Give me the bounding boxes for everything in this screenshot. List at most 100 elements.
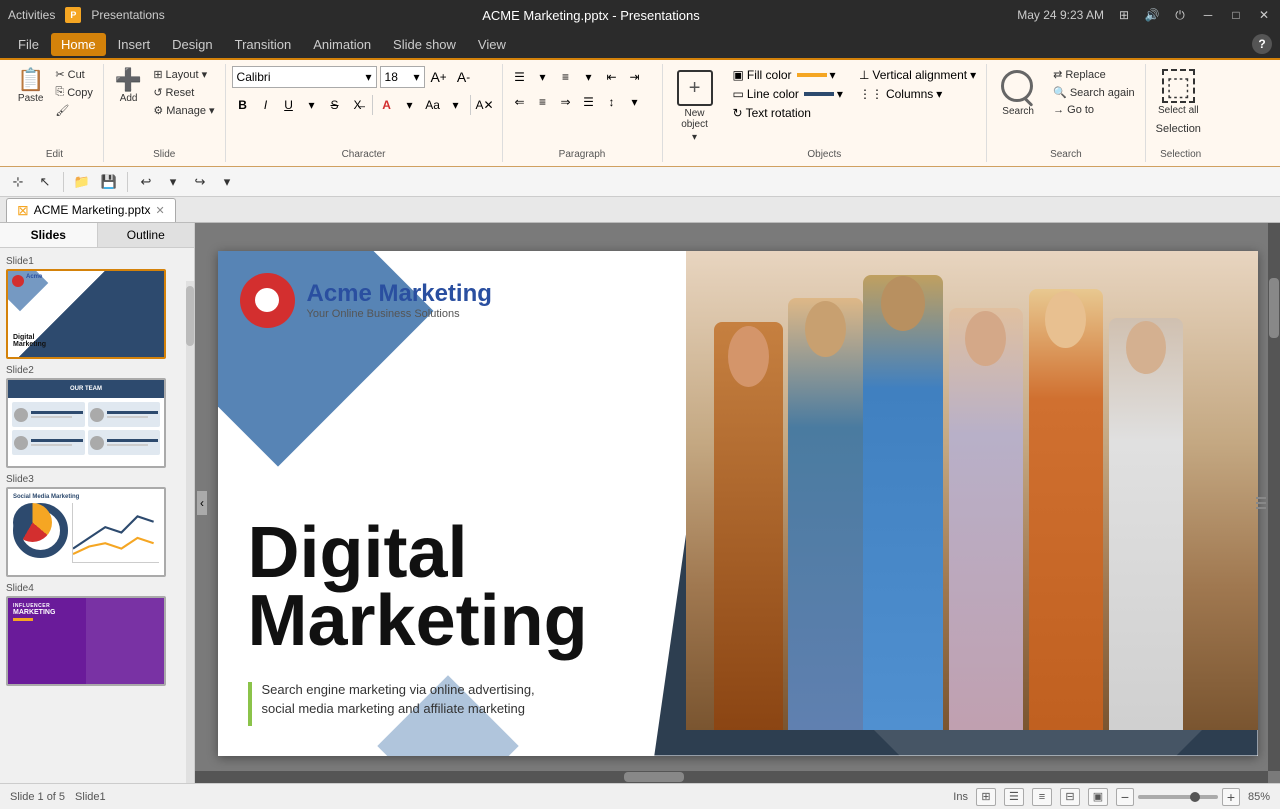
slide-item-3[interactable]: Slide3 Social Media Marketing	[6, 474, 188, 577]
font-decrease-button[interactable]: A-	[453, 66, 475, 88]
save-file-button[interactable]: 💾	[97, 170, 121, 194]
slide-item-2[interactable]: Slide2 OUR TEAM	[6, 365, 188, 468]
zoom-slider[interactable]	[1138, 795, 1218, 799]
format-paintbrush-button[interactable]: 🖌	[51, 102, 97, 119]
menu-file[interactable]: File	[8, 33, 49, 56]
search-again-button[interactable]: 🔍 Search again	[1049, 84, 1139, 101]
cut-button[interactable]: ✂ Cut	[51, 66, 97, 83]
font-color-dropdown[interactable]: ▾	[399, 94, 421, 116]
align-left-button[interactable]: ⇐	[509, 91, 531, 113]
fill-color-button[interactable]: ▣ Fill color ▾	[729, 66, 847, 84]
open-file-button[interactable]: 📁	[70, 170, 94, 194]
prev-slide-button[interactable]: ‹	[197, 491, 207, 515]
line-color-button[interactable]: ▭ Line color ▾	[729, 85, 847, 103]
text-rotation-button[interactable]: ↻ Text rotation	[729, 104, 847, 122]
columns-button[interactable]: ⋮⋮ Columns ▾	[855, 85, 980, 103]
strikethrough-button[interactable]: S	[324, 94, 346, 116]
maximize-button[interactable]: □	[1228, 7, 1244, 23]
layout-button[interactable]: ⊞ Layout ▾	[149, 66, 218, 83]
activities-label[interactable]: Activities	[8, 8, 55, 22]
line-spacing-button[interactable]: ↕	[601, 91, 623, 113]
strikethrough2-button[interactable]: X̶	[347, 94, 369, 116]
normal-mode-button[interactable]: ⊹	[6, 170, 30, 194]
align-justify-button[interactable]: ☰	[578, 91, 600, 113]
bold-button[interactable]: B	[232, 94, 254, 116]
h-scrollbar[interactable]	[195, 771, 1268, 783]
font-increase-button[interactable]: A+	[428, 66, 450, 88]
slide-label-3: Slide3	[6, 474, 188, 485]
align-center-button[interactable]: ≡	[532, 91, 554, 113]
font-size-dropdown[interactable]: 18 ▾	[380, 66, 425, 88]
add-slide-button[interactable]: ➕ Add	[110, 66, 147, 107]
outline-view-button[interactable]: ☰	[1004, 788, 1024, 806]
replace-button[interactable]: ⇄ Replace	[1049, 66, 1139, 83]
bullet-list-button[interactable]: ☰	[509, 66, 531, 88]
paste-col: 📋 Paste	[12, 66, 49, 107]
zoom-out-button[interactable]: −	[1116, 788, 1134, 806]
person2-head	[805, 301, 846, 357]
numbered-list-button[interactable]: ≡	[555, 66, 577, 88]
new-object-button[interactable]: + Newobject ▾	[669, 66, 721, 147]
selection-button[interactable]: Selection	[1152, 121, 1205, 137]
fill-color-dropdown[interactable]: ▾	[830, 68, 836, 82]
font-name-dropdown[interactable]: Calibri ▾	[232, 66, 377, 88]
help-icon[interactable]: ?	[1252, 34, 1272, 54]
slides-tab[interactable]: Slides	[0, 223, 98, 247]
slide-sorter-button[interactable]: ⊟	[1060, 788, 1080, 806]
normal-view-button[interactable]: ⊞	[976, 788, 996, 806]
redo-button[interactable]: ↪	[188, 170, 212, 194]
presentations-label[interactable]: Presentations	[91, 8, 164, 22]
document-tab[interactable]: ⊠ ACME Marketing.pptx ✕	[6, 198, 176, 222]
minimize-button[interactable]: ─	[1200, 7, 1216, 23]
search-button[interactable]: Search	[993, 66, 1043, 121]
slide-panel-scrollbar[interactable]	[186, 281, 194, 783]
paste-button[interactable]: 📋 Paste	[12, 66, 49, 107]
copy-icon: ⎘	[55, 86, 64, 99]
indent-increase-button[interactable]: ⇥	[624, 66, 646, 88]
reset-button[interactable]: ↺ Reset	[149, 84, 218, 101]
indent-decrease-button[interactable]: ⇤	[601, 66, 623, 88]
power-icon[interactable]: ⏻	[1172, 7, 1188, 23]
underline-dropdown-button[interactable]: ▾	[301, 94, 323, 116]
tab-close-button[interactable]: ✕	[155, 204, 164, 217]
vertical-alignment-button[interactable]: ⊥ Vertical alignment ▾	[855, 66, 980, 84]
undo-button[interactable]: ↩	[134, 170, 158, 194]
menu-transition[interactable]: Transition	[225, 33, 302, 56]
columns-dropdown[interactable]: ▾	[936, 87, 942, 101]
notes-view-button[interactable]: ≡	[1032, 788, 1052, 806]
menu-animation[interactable]: Animation	[303, 33, 381, 56]
text-case-dropdown[interactable]: ▾	[445, 94, 467, 116]
undo-dropdown-button[interactable]: ▾	[161, 170, 185, 194]
v-scrollbar[interactable]	[1268, 223, 1280, 771]
menu-home[interactable]: Home	[51, 33, 106, 56]
menu-insert[interactable]: Insert	[108, 33, 161, 56]
outline-tab[interactable]: Outline	[98, 223, 195, 247]
volume-icon[interactable]: 🔊	[1144, 7, 1160, 23]
redo-dropdown-button[interactable]: ▾	[215, 170, 239, 194]
select-tool-button[interactable]: ↖	[33, 170, 57, 194]
menu-slideshow[interactable]: Slide show	[383, 33, 466, 56]
presentation-view-button[interactable]: ▣	[1088, 788, 1108, 806]
bullet-list-dropdown[interactable]: ▾	[532, 66, 554, 88]
menu-design[interactable]: Design	[162, 33, 222, 56]
numbered-list-dropdown[interactable]: ▾	[578, 66, 600, 88]
zoom-in-button[interactable]: +	[1222, 788, 1240, 806]
zoom-level[interactable]: 85%	[1248, 791, 1270, 803]
go-to-button[interactable]: → Go to	[1049, 102, 1139, 118]
select-all-button[interactable]: ⬚ Select all	[1152, 66, 1204, 119]
line-spacing-dropdown[interactable]: ▾	[624, 91, 646, 113]
clear-formatting-button[interactable]: A✕	[474, 94, 496, 116]
align-right-button[interactable]: ⇒	[555, 91, 577, 113]
copy-button[interactable]: ⎘ Copy	[51, 84, 97, 101]
font-color-button[interactable]: A	[376, 94, 398, 116]
text-case-button[interactable]: Aa	[422, 94, 444, 116]
vertical-align-dropdown[interactable]: ▾	[970, 68, 976, 82]
close-button[interactable]: ✕	[1256, 7, 1272, 23]
slide-item-4[interactable]: Slide4 INFLUENCER MARKETING	[6, 583, 188, 686]
line-color-dropdown[interactable]: ▾	[837, 87, 843, 101]
manage-button[interactable]: ⚙ Manage ▾	[149, 102, 218, 119]
slide-item-1[interactable]: Slide1 DigitalMarketing Acme	[6, 256, 188, 359]
underline-button[interactable]: U	[278, 94, 300, 116]
italic-button[interactable]: I	[255, 94, 277, 116]
menu-view[interactable]: View	[468, 33, 516, 56]
